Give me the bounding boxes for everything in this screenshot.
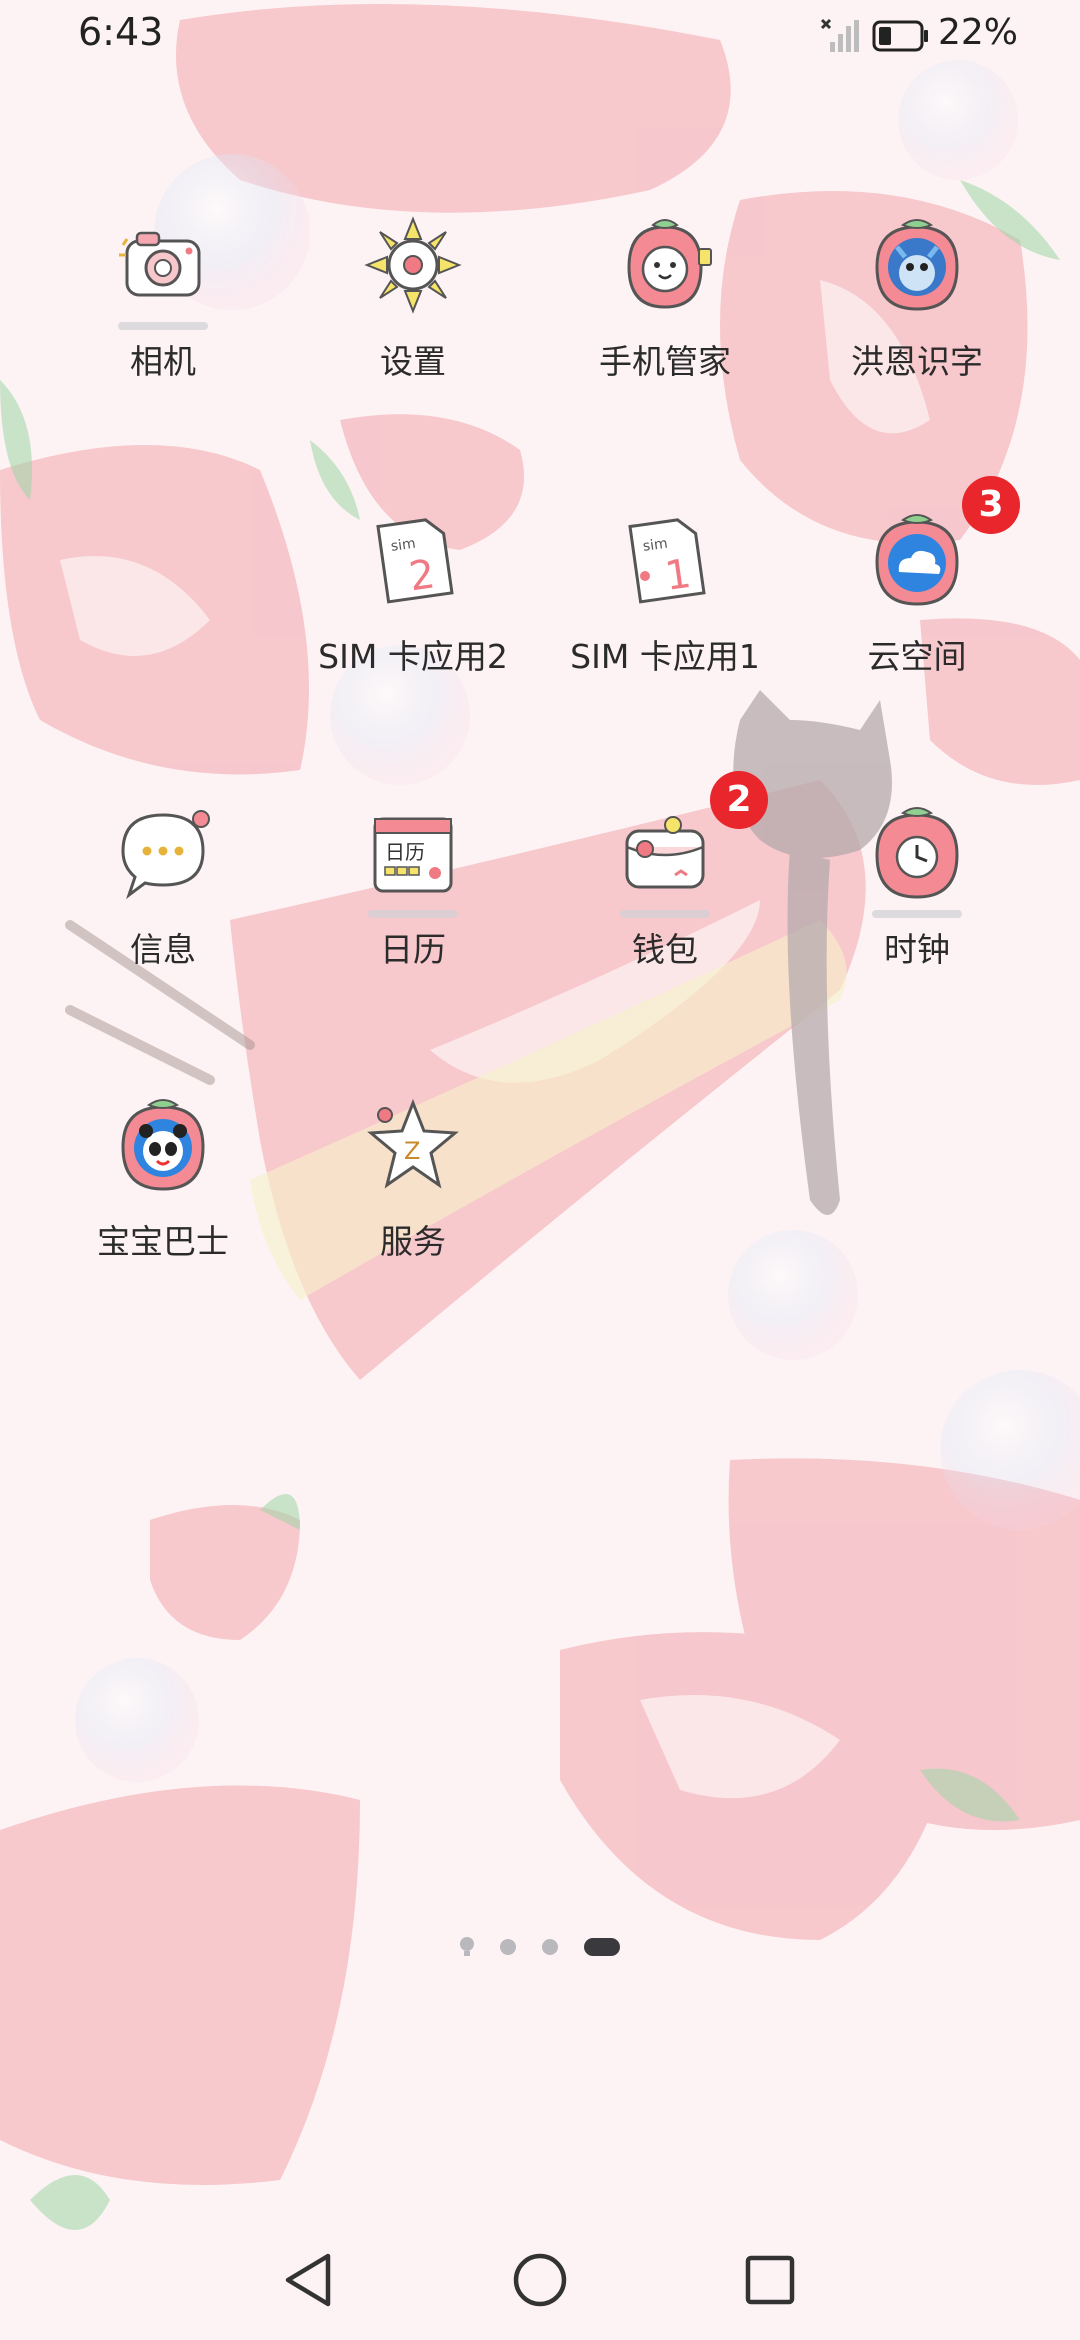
app-settings[interactable]: 设置 <box>288 215 538 415</box>
app-label: 设置 <box>380 342 446 381</box>
app-label: 云空间 <box>867 637 967 676</box>
app-label: SIM 卡应用1 <box>570 637 760 676</box>
app-messages[interactable]: 信息 <box>38 803 288 1003</box>
battery-percentage: 22% <box>938 12 1019 53</box>
notification-dot-bar <box>872 910 962 918</box>
app-label: SIM 卡应用2 <box>318 637 508 676</box>
notification-dot-bar <box>620 910 710 918</box>
app-wallet[interactable]: 2 钱包 <box>540 771 790 1003</box>
app-babybus[interactable]: 宝宝巴士 <box>38 1095 288 1295</box>
status-bar: 6:43 22% <box>0 0 1080 80</box>
app-label: 时钟 <box>884 930 950 969</box>
page-dot <box>500 1939 516 1955</box>
notification-dot-bar <box>368 910 458 918</box>
app-label: 日历 <box>380 930 446 969</box>
sim1-icon: sim 1 <box>628 518 706 604</box>
cloud-icon <box>875 514 959 606</box>
service-star-icon: Z <box>367 1098 459 1189</box>
service-icon-text: Z <box>404 1137 420 1165</box>
calendar-icon-text: 日历 <box>385 840 425 864</box>
notification-badge: 3 <box>962 476 1020 534</box>
babybus-panda-icon <box>121 1099 205 1191</box>
camera-icon <box>119 231 201 297</box>
app-sim1[interactable]: sim 1 SIM 卡应用1 <box>540 510 790 710</box>
app-sim2[interactable]: sim 2 SIM 卡应用2 <box>288 510 538 710</box>
app-hongen-literacy[interactable]: 洪恩识字 <box>792 215 1042 415</box>
bulb-page-icon <box>460 1937 474 1956</box>
message-bubble-icon <box>121 810 210 900</box>
svg-text:sim: sim <box>390 536 417 555</box>
app-service[interactable]: Z 服务 <box>288 1095 538 1295</box>
page-dot-active <box>584 1938 620 1956</box>
battery-low-icon <box>872 20 928 52</box>
phone-manager-icon <box>627 219 712 309</box>
wallet-icon <box>625 816 705 889</box>
page-indicator[interactable] <box>458 1935 628 1959</box>
app-cloud[interactable]: 3 云空间 <box>792 476 1042 710</box>
navigation-bar <box>0 2220 1080 2340</box>
app-calendar[interactable]: 日历 日历 <box>288 803 538 1003</box>
svg-text:sim: sim <box>642 536 669 555</box>
app-label: 服务 <box>380 1222 446 1261</box>
app-label: 相机 <box>130 342 196 381</box>
app-label: 宝宝巴士 <box>97 1222 229 1261</box>
page-dot <box>542 1939 558 1955</box>
notification-badge: 2 <box>710 771 768 829</box>
recents-square-icon[interactable] <box>738 2248 802 2312</box>
notification-dot-bar <box>118 322 208 330</box>
app-label: 信息 <box>130 930 196 969</box>
app-clock[interactable]: 时钟 <box>792 803 1042 1003</box>
back-triangle-icon[interactable] <box>278 2248 342 2312</box>
home-circle-icon[interactable] <box>508 2248 572 2312</box>
settings-sun-icon <box>364 216 462 314</box>
sim2-icon: sim 2 <box>376 518 454 604</box>
calendar-icon: 日历 <box>373 817 453 893</box>
no-signal-icon <box>820 18 859 52</box>
app-camera[interactable]: 相机 <box>38 215 288 415</box>
app-label: 洪恩识字 <box>851 342 983 381</box>
clock-icon <box>875 807 959 899</box>
home-screen: 6:43 22% 相机 设置 手机管家 洪恩识字 sim 2 SIM 卡应用2 … <box>0 0 1080 2340</box>
app-label: 手机管家 <box>599 342 731 381</box>
app-label: 钱包 <box>632 930 698 969</box>
hongen-literacy-icon <box>875 219 959 311</box>
app-phone-manager[interactable]: 手机管家 <box>540 215 790 415</box>
status-time: 6:43 <box>78 10 164 54</box>
